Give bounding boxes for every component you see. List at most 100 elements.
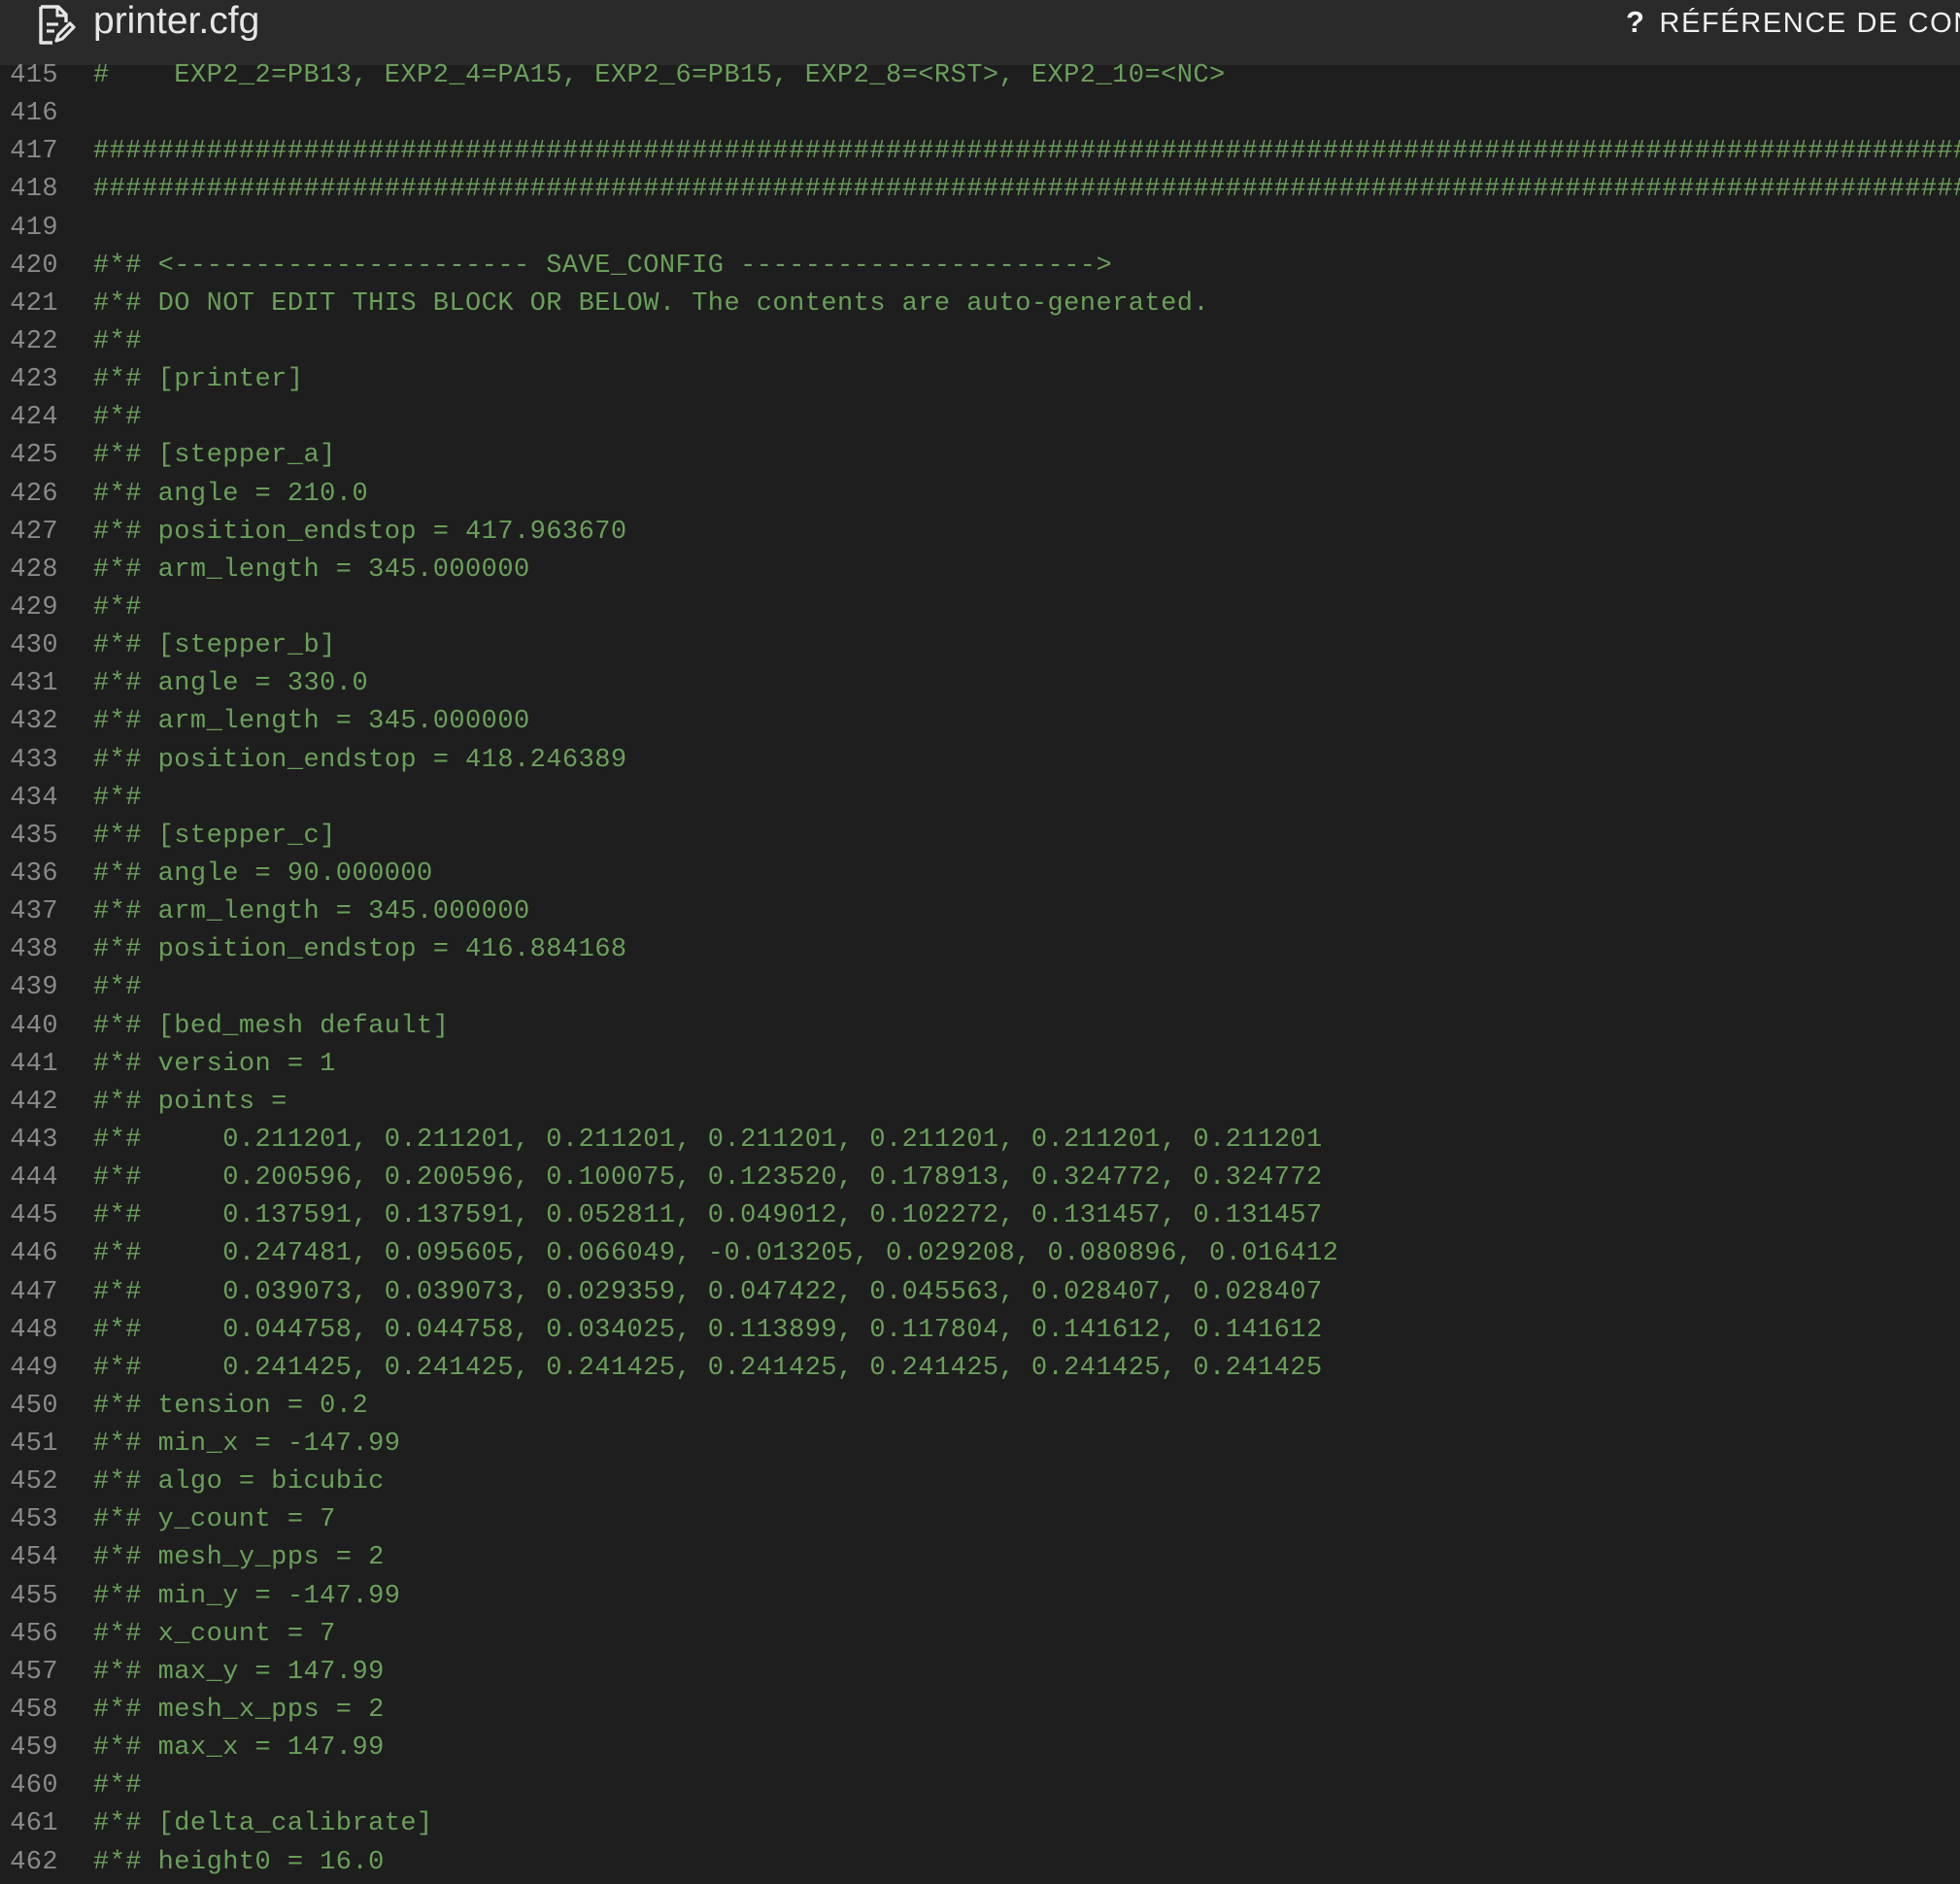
code-line[interactable]: 430 #*# [stepper_b] — [0, 627, 1960, 665]
line-text[interactable]: #*# — [93, 399, 142, 437]
line-text[interactable]: #*# min_x = -147.99 — [93, 1426, 400, 1463]
line-text[interactable]: #*# max_x = 147.99 — [93, 1730, 385, 1767]
code-line[interactable]: 441 #*# version = 1 — [0, 1046, 1960, 1084]
line-text[interactable]: #*# — [93, 969, 142, 1007]
line-text[interactable]: #*# tension = 0.2 — [93, 1388, 368, 1426]
line-text[interactable]: #*# 0.200596, 0.200596, 0.100075, 0.1235… — [93, 1160, 1323, 1197]
code-line[interactable]: 435 #*# [stepper_c] — [0, 818, 1960, 856]
code-line[interactable]: 461 #*# [delta_calibrate] — [0, 1805, 1960, 1843]
code-line[interactable]: 423 #*# [printer] — [0, 361, 1960, 399]
line-text[interactable]: #*# DO NOT EDIT THIS BLOCK OR BELOW. The… — [93, 286, 1209, 323]
line-text[interactable]: #*# mesh_y_pps = 2 — [93, 1539, 385, 1577]
code-line[interactable]: 462 #*# height0 = 16.0 — [0, 1844, 1960, 1882]
line-text[interactable]: #*# height0 = 16.0 — [93, 1844, 385, 1882]
line-text[interactable]: #*# [delta_calibrate] — [93, 1805, 433, 1843]
line-text[interactable]: #*# 0.044758, 0.044758, 0.034025, 0.1138… — [93, 1312, 1323, 1350]
code-line[interactable]: 442 #*# points = — [0, 1084, 1960, 1122]
code-line[interactable]: 425 #*# [stepper_a] — [0, 437, 1960, 475]
line-text[interactable]: #*# 0.211201, 0.211201, 0.211201, 0.2112… — [93, 1122, 1323, 1160]
line-text[interactable]: ########################################… — [93, 133, 1960, 171]
line-number: 438 — [10, 935, 58, 965]
code-line[interactable]: 418 #####################################… — [0, 171, 1960, 209]
line-text[interactable]: #*# — [93, 589, 142, 627]
line-text[interactable]: #*# arm_length = 345.000000 — [93, 703, 530, 741]
code-line[interactable]: 416 — [0, 95, 1960, 133]
code-line[interactable]: 459 #*# max_x = 147.99 — [0, 1730, 1960, 1767]
code-line[interactable]: 449 #*# 0.241425, 0.241425, 0.241425, 0.2… — [0, 1350, 1960, 1388]
line-text[interactable]: #*# arm_length = 345.000000 — [93, 893, 530, 931]
code-line[interactable]: 424 #*# — [0, 399, 1960, 437]
code-line[interactable]: 451 #*# min_x = -147.99 — [0, 1426, 1960, 1463]
line-text[interactable]: #*# — [93, 780, 142, 818]
code-line[interactable]: 447 #*# 0.039073, 0.039073, 0.029359, 0.0… — [0, 1274, 1960, 1312]
code-line[interactable]: 422 #*# — [0, 323, 1960, 361]
line-text[interactable]: # EXP2_2=PB13, EXP2_4=PA15, EXP2_6=PB15,… — [93, 57, 1226, 95]
code-line[interactable]: 417 #####################################… — [0, 133, 1960, 171]
line-text[interactable]: #*# angle = 210.0 — [93, 476, 368, 514]
code-line[interactable]: 415 # EXP2_2=PB13, EXP2_4=PA15, EXP2_6=PB… — [0, 57, 1960, 95]
line-text[interactable]: #*# 0.039073, 0.039073, 0.029359, 0.0474… — [93, 1274, 1323, 1312]
code-line[interactable]: 420 #*# <---------------------- SAVE_CONF… — [0, 248, 1960, 286]
line-text[interactable]: #*# mesh_x_pps = 2 — [93, 1692, 385, 1730]
line-text[interactable]: #*# min_y = -147.99 — [93, 1578, 400, 1616]
line-text[interactable]: #*# [stepper_c] — [93, 818, 336, 856]
code-line[interactable]: 452 #*# algo = bicubic — [0, 1463, 1960, 1501]
line-text[interactable]: #*# angle = 330.0 — [93, 665, 368, 703]
config-reference-button[interactable]: ? RÉFÉRENCE DE CONF — [1626, 0, 1960, 47]
code-line[interactable]: 419 — [0, 210, 1960, 248]
question-mark-icon: ? — [1626, 5, 1646, 39]
line-text[interactable]: #*# [stepper_a] — [93, 437, 336, 475]
code-line[interactable]: 448 #*# 0.044758, 0.044758, 0.034025, 0.1… — [0, 1312, 1960, 1350]
code-line[interactable]: 433 #*# position_endstop = 418.246389 — [0, 742, 1960, 780]
line-text[interactable]: #*# arm_length = 345.000000 — [93, 552, 530, 589]
line-text[interactable]: #*# [stepper_b] — [93, 627, 336, 665]
code-line[interactable]: 437 #*# arm_length = 345.000000 — [0, 893, 1960, 931]
line-text[interactable]: #*# position_endstop = 417.963670 — [93, 514, 627, 552]
code-line[interactable]: 445 #*# 0.137591, 0.137591, 0.052811, 0.0… — [0, 1197, 1960, 1235]
line-text[interactable]: #*# position_endstop = 418.246389 — [93, 742, 627, 780]
line-text[interactable]: #*# version = 1 — [93, 1046, 336, 1084]
line-text[interactable]: #*# <---------------------- SAVE_CONFIG … — [93, 248, 1112, 286]
code-line[interactable]: 454 #*# mesh_y_pps = 2 — [0, 1539, 1960, 1577]
line-text[interactable]: #*# [bed_mesh default] — [93, 1008, 449, 1046]
line-text[interactable]: #*# — [93, 323, 142, 361]
code-line[interactable]: 421 #*# DO NOT EDIT THIS BLOCK OR BELOW. … — [0, 286, 1960, 323]
code-line[interactable]: 450 #*# tension = 0.2 — [0, 1388, 1960, 1426]
code-line[interactable]: 427 #*# position_endstop = 417.963670 — [0, 514, 1960, 552]
code-line[interactable]: 457 #*# max_y = 147.99 — [0, 1654, 1960, 1692]
line-text[interactable]: #*# 0.247481, 0.095605, 0.066049, -0.013… — [93, 1235, 1338, 1273]
code-line[interactable]: 456 #*# x_count = 7 — [0, 1616, 1960, 1654]
file-edit-icon[interactable] — [37, 4, 76, 47]
line-text[interactable]: #*# x_count = 7 — [93, 1616, 336, 1654]
code-line[interactable]: 444 #*# 0.200596, 0.200596, 0.100075, 0.1… — [0, 1160, 1960, 1197]
code-line[interactable]: 432 #*# arm_length = 345.000000 — [0, 703, 1960, 741]
line-text[interactable]: #*# 0.137591, 0.137591, 0.052811, 0.0490… — [93, 1197, 1323, 1235]
line-number: 440 — [10, 1011, 58, 1041]
code-line[interactable]: 443 #*# 0.211201, 0.211201, 0.211201, 0.2… — [0, 1122, 1960, 1160]
code-editor[interactable]: 415 # EXP2_2=PB13, EXP2_4=PA15, EXP2_6=PB… — [0, 57, 1960, 1884]
code-line[interactable]: 438 #*# position_endstop = 416.884168 — [0, 931, 1960, 969]
line-text[interactable]: #*# — [93, 1767, 142, 1805]
line-text[interactable]: ########################################… — [93, 171, 1960, 209]
line-text[interactable]: #*# points = — [93, 1084, 287, 1122]
code-line[interactable]: 434 #*# — [0, 780, 1960, 818]
code-line[interactable]: 440 #*# [bed_mesh default] — [0, 1008, 1960, 1046]
line-text[interactable]: #*# [printer] — [93, 361, 303, 399]
code-line[interactable]: 446 #*# 0.247481, 0.095605, 0.066049, -0.… — [0, 1235, 1960, 1273]
code-line[interactable]: 460 #*# — [0, 1767, 1960, 1805]
code-line[interactable]: 439 #*# — [0, 969, 1960, 1007]
line-text[interactable]: #*# 0.241425, 0.241425, 0.241425, 0.2414… — [93, 1350, 1323, 1388]
code-line[interactable]: 431 #*# angle = 330.0 — [0, 665, 1960, 703]
line-text[interactable]: #*# position_endstop = 416.884168 — [93, 931, 627, 969]
code-line[interactable]: 428 #*# arm_length = 345.000000 — [0, 552, 1960, 589]
code-line[interactable]: 429 #*# — [0, 589, 1960, 627]
code-line[interactable]: 458 #*# mesh_x_pps = 2 — [0, 1692, 1960, 1730]
code-line[interactable]: 426 #*# angle = 210.0 — [0, 476, 1960, 514]
line-text[interactable]: #*# algo = bicubic — [93, 1463, 385, 1501]
line-text[interactable]: #*# max_y = 147.99 — [93, 1654, 385, 1692]
line-text[interactable]: #*# angle = 90.000000 — [93, 856, 433, 893]
code-line[interactable]: 436 #*# angle = 90.000000 — [0, 856, 1960, 893]
line-text[interactable]: #*# y_count = 7 — [93, 1501, 336, 1539]
code-line[interactable]: 453 #*# y_count = 7 — [0, 1501, 1960, 1539]
code-line[interactable]: 455 #*# min_y = -147.99 — [0, 1578, 1960, 1616]
